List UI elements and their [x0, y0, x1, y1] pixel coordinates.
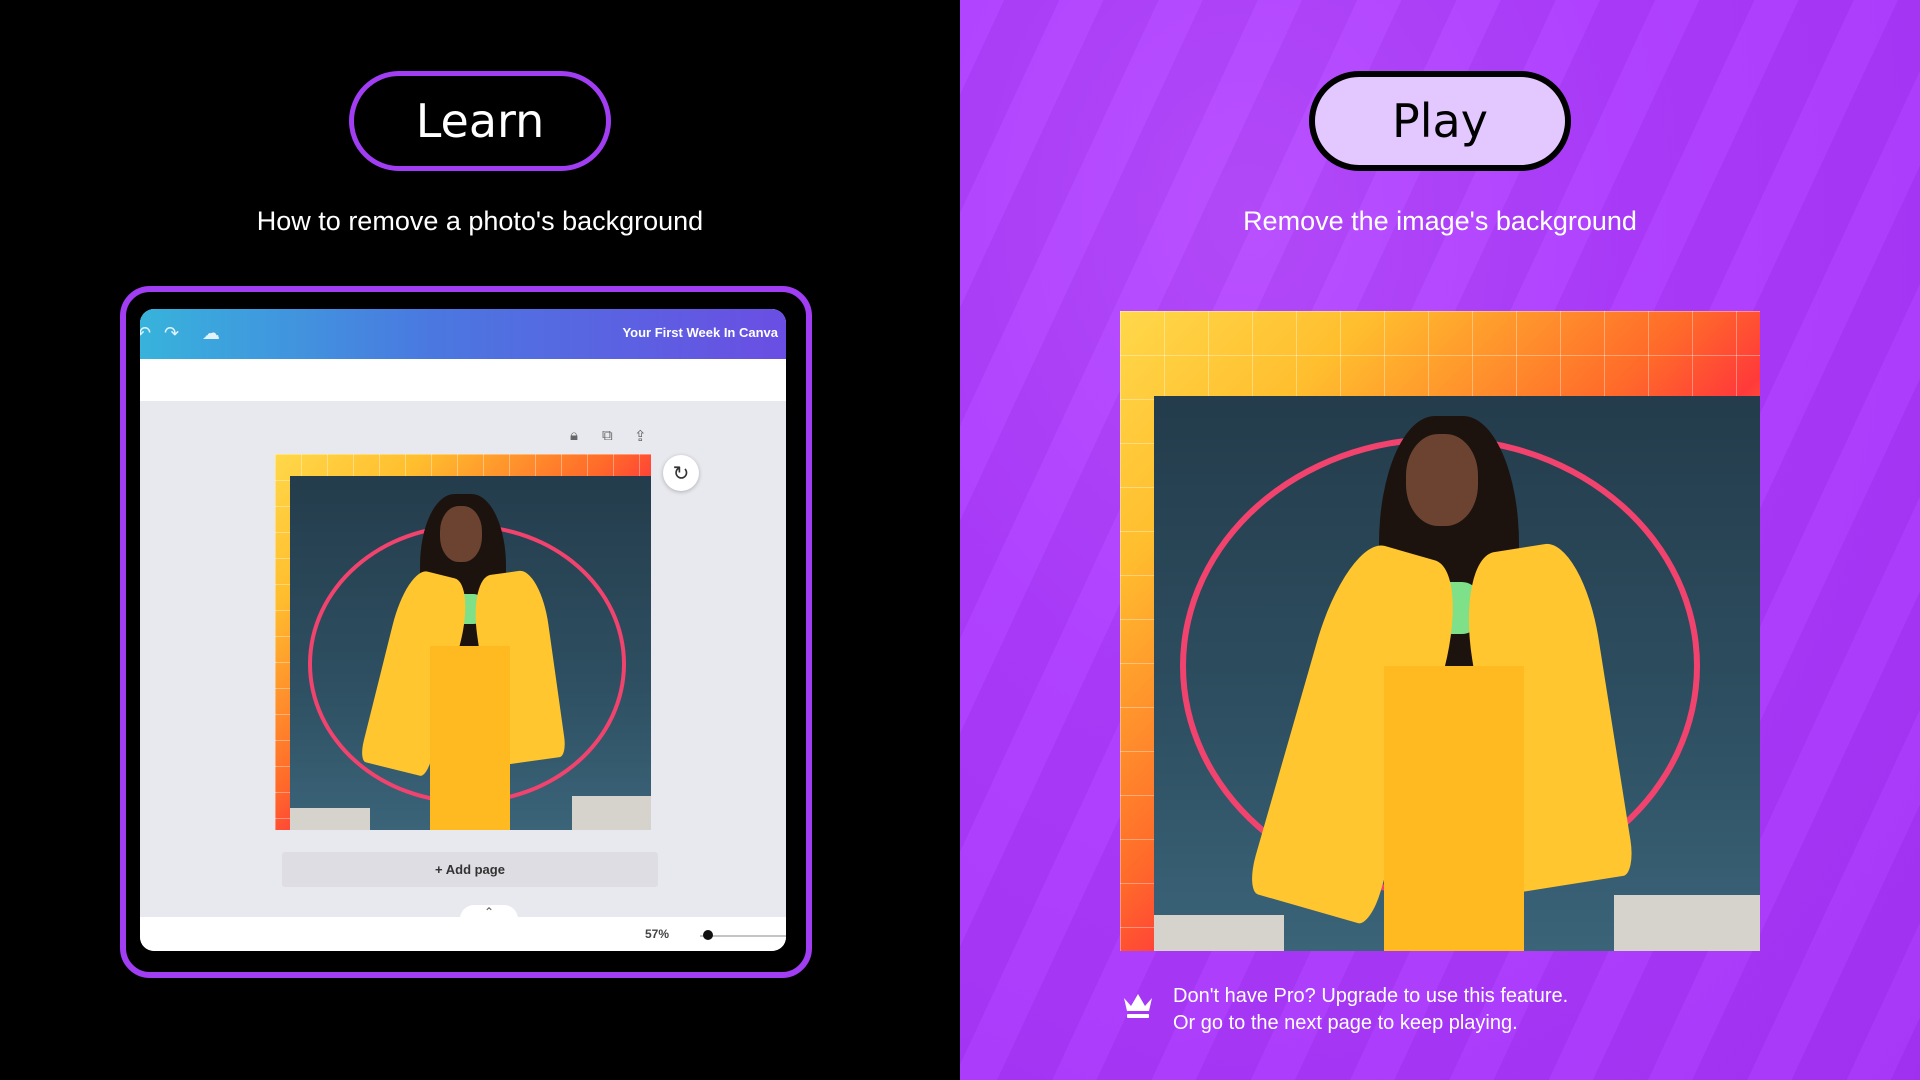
- play-button[interactable]: Play: [1309, 71, 1571, 171]
- undo-icon[interactable]: ↶: [140, 323, 151, 344]
- lock-icon[interactable]: 🔒︎: [570, 427, 578, 444]
- notice-line-1: Don't have Pro? Upgrade to use this feat…: [1173, 985, 1569, 1007]
- editor-toolbar: [140, 359, 786, 401]
- editor-top-bar: ↶ ↷ ☁ Your First Week In Canva: [140, 309, 786, 359]
- zoom-level[interactable]: 57%: [645, 927, 669, 941]
- play-woman-photo[interactable]: [1154, 396, 1760, 951]
- play-subtitle: Remove the image's background: [1243, 206, 1637, 236]
- notice-line-2: Or go to the next page to keep playing.: [1173, 1012, 1518, 1034]
- zoom-slider-handle[interactable]: [703, 930, 713, 940]
- design-canvas[interactable]: [275, 454, 651, 830]
- woman-photo[interactable]: [290, 476, 651, 830]
- share-icon[interactable]: ⇪: [634, 427, 647, 445]
- pro-upgrade-notice: Don't have Pro? Upgrade to use this feat…: [1173, 983, 1568, 1037]
- duplicate-icon[interactable]: ⧉: [602, 427, 613, 444]
- expand-pages-button[interactable]: ⌃: [460, 905, 518, 923]
- crown-icon: [1124, 994, 1152, 1018]
- design-title[interactable]: Your First Week In Canva: [622, 325, 778, 340]
- learn-subtitle: How to remove a photo's background: [256, 206, 704, 236]
- refresh-icon[interactable]: ↻: [663, 455, 699, 491]
- add-page-button[interactable]: + Add page: [282, 852, 658, 887]
- redo-icon[interactable]: ↷: [164, 323, 179, 344]
- learn-button[interactable]: Learn: [349, 71, 611, 171]
- cloud-check-icon: ☁: [202, 323, 220, 343]
- canva-editor-screen: ↶ ↷ ☁ Your First Week In Canva 🔒︎ ⧉ ⇪ ↻ …: [140, 309, 786, 951]
- play-artwork[interactable]: [1120, 311, 1760, 951]
